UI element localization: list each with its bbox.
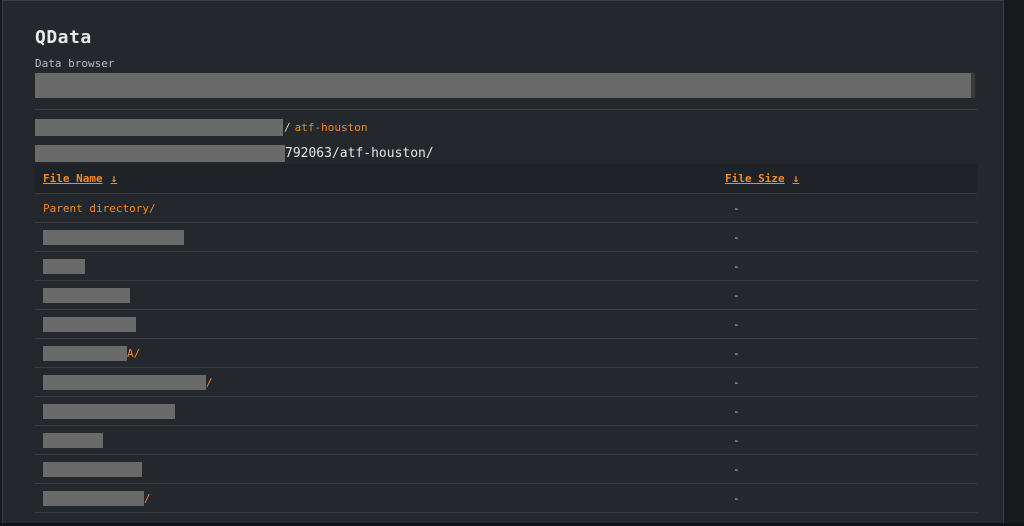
- redacted-block: [35, 144, 285, 162]
- sort-file-name-button[interactable]: File Name ↓: [43, 172, 725, 185]
- file-link[interactable]: [43, 461, 733, 477]
- page-title: QData: [35, 27, 92, 48]
- sort-down-icon: ↓: [792, 172, 800, 185]
- redacted-block: [35, 118, 283, 136]
- table-row: -: [35, 397, 977, 426]
- redacted-block: [43, 287, 130, 303]
- page-subtitle: Data browser: [35, 57, 115, 70]
- table-row: -: [35, 455, 977, 484]
- file-link[interactable]: A/: [43, 345, 733, 361]
- file-link[interactable]: [43, 258, 733, 274]
- file-size: -: [733, 201, 740, 215]
- table-row: Parent directory/ -: [35, 194, 977, 223]
- file-size: -: [733, 462, 740, 476]
- sort-down-icon: ↓: [110, 172, 118, 185]
- file-size: -: [733, 259, 740, 273]
- sort-file-size-button[interactable]: File Size ↓: [725, 172, 799, 185]
- file-size-header: File Size: [725, 172, 785, 185]
- file-name-text: Parent directory/: [43, 201, 156, 215]
- file-link[interactable]: [43, 316, 733, 332]
- redacted-block: [43, 432, 103, 448]
- current-path: 792063/atf-houston/: [35, 144, 434, 162]
- table-row: / -: [35, 368, 977, 397]
- redacted-block: [43, 229, 184, 245]
- file-size: -: [733, 288, 740, 302]
- file-size: -: [733, 317, 740, 331]
- file-link[interactable]: /: [43, 374, 733, 390]
- redacted-block: [43, 374, 206, 390]
- redacted-block: [43, 403, 175, 419]
- file-link[interactable]: [43, 403, 733, 419]
- breadcrumb: / atf-houston: [35, 118, 367, 136]
- file-link[interactable]: [43, 287, 733, 303]
- table-row: -: [35, 281, 977, 310]
- file-name-header: File Name: [43, 172, 103, 185]
- file-name-text: /: [144, 491, 151, 505]
- file-size: -: [733, 230, 740, 244]
- table-row: -: [35, 252, 977, 281]
- file-size: -: [733, 346, 740, 360]
- redacted-block: [43, 345, 127, 361]
- main-panel: QData Data browser / atf-houston 792063/…: [2, 0, 1004, 526]
- divider: [35, 109, 977, 110]
- redacted-block: [43, 316, 136, 332]
- redacted-block: [43, 490, 144, 506]
- path-suffix: 792063/atf-houston/: [285, 145, 434, 161]
- redacted-block: [43, 461, 142, 477]
- table-header: File Name ↓ File Size ↓: [35, 164, 977, 194]
- file-name-text: /: [206, 375, 213, 389]
- redacted-block: [35, 73, 971, 98]
- file-name-text: A/: [127, 346, 141, 360]
- table-row: -: [35, 310, 977, 339]
- table-row: -: [35, 426, 977, 455]
- file-size: -: [733, 375, 740, 389]
- file-size: -: [733, 404, 740, 418]
- file-table: File Name ↓ File Size ↓ Parent directory/ …: [35, 164, 977, 513]
- breadcrumb-separator: /: [284, 120, 291, 134]
- table-row: A/ -: [35, 339, 977, 368]
- redacted-block: [43, 258, 85, 274]
- table-row: / -: [35, 484, 977, 513]
- file-link[interactable]: Parent directory/: [43, 202, 733, 215]
- breadcrumb-link-current[interactable]: atf-houston: [295, 121, 368, 134]
- file-link[interactable]: /: [43, 490, 733, 506]
- file-link[interactable]: [43, 229, 733, 245]
- table-row: -: [35, 223, 977, 252]
- file-link[interactable]: [43, 432, 733, 448]
- file-size: -: [733, 491, 740, 505]
- search-input[interactable]: [35, 73, 975, 98]
- search-bar-edge: [971, 73, 975, 98]
- file-size: -: [733, 433, 740, 447]
